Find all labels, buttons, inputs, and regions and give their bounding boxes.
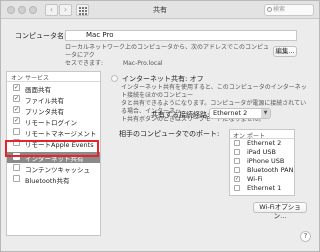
share-from-select[interactable]: Ethernet 2 ▼ [209, 108, 271, 119]
highlight-box [5, 140, 99, 157]
note-line-1: ローカルネットワーク上のコンピュータから、次のアドレスでこのコンピュータにアク [65, 44, 270, 59]
service-item-file-sharing[interactable]: ✓ ファイル共有 [7, 94, 100, 105]
local-address: Mac-Pro.local [122, 60, 163, 67]
checkbox-icon[interactable]: ✓ [13, 95, 20, 102]
checkbox-icon[interactable] [234, 140, 240, 146]
title-bar: ‹ › 共有 検索 [1, 1, 319, 19]
port-item-wifi[interactable]: ✓ Wi-Fi [230, 175, 294, 184]
wifi-options-button[interactable]: Wi-Fiオプション... [253, 202, 307, 220]
checkbox-icon[interactable]: ✓ [13, 84, 20, 91]
checkbox-icon[interactable] [13, 128, 20, 135]
port-item-bluetooth-pan[interactable]: Bluetooth PAN [230, 166, 294, 175]
help-button[interactable]: ? [300, 231, 311, 242]
checkbox-icon[interactable] [13, 164, 20, 171]
checkbox-icon[interactable] [234, 185, 240, 191]
service-list-header: オン サービス [7, 72, 100, 82]
share-from-label: 共有する接続経路: [151, 111, 210, 119]
ports-list-header: オン ポート [230, 130, 294, 140]
computer-name-field[interactable]: Mac Pro [65, 30, 297, 41]
ports-label: 相手のコンピュータでのポート: [119, 130, 220, 138]
search-placeholder: 検索 [273, 6, 286, 13]
checkbox-icon[interactable] [234, 149, 240, 155]
checkbox-icon[interactable]: ✓ [234, 176, 240, 182]
search-field[interactable]: 検索 [264, 4, 314, 16]
checkbox-icon[interactable] [13, 175, 20, 182]
header-service: サービス [25, 75, 50, 82]
port-item-ipad-usb[interactable]: iPad USB [230, 148, 294, 157]
checkbox-icon[interactable]: ✓ [13, 117, 20, 124]
service-item-bluetooth-sharing[interactable]: Bluetooth共有 [7, 174, 100, 185]
header-on: オン [11, 75, 24, 82]
port-item-iphone-usb[interactable]: iPhone USB [230, 157, 294, 166]
computer-name-value: Mac Pro [86, 31, 114, 39]
service-item-remote-management[interactable]: リモートマネージメント [7, 127, 100, 138]
note-line-2: セスできます: Mac-Pro.local [65, 60, 163, 67]
status-indicator-icon [111, 75, 118, 82]
service-item-content-caching[interactable]: コンテンツキャッシュ [7, 163, 100, 174]
chevron-down-icon: ▼ [261, 109, 270, 118]
service-item-printer-sharing[interactable]: ✓ プリンタ共有 [7, 105, 100, 116]
sharing-window: ‹ › 共有 検索 コンピュータ名: Mac Pro ローカルネットワーク上のコ… [0, 0, 320, 252]
port-item-ethernet-2[interactable]: Ethernet 2 [230, 139, 294, 148]
service-item-screen-sharing[interactable]: ✓ 画面共有 [7, 83, 100, 94]
port-item-ethernet-1[interactable]: Ethernet 1 [230, 184, 294, 193]
edit-button[interactable]: 編集... [273, 46, 297, 57]
computer-name-note: ローカルネットワーク上のコンピュータから、次のアドレスでこのコンピュータにアク … [65, 44, 270, 68]
checkbox-icon[interactable]: ✓ [13, 106, 20, 113]
search-icon [267, 7, 272, 12]
ports-list: オン ポート Ethernet 2 iPad USB iPhone USB Bl… [229, 129, 295, 196]
checkbox-icon[interactable] [234, 158, 240, 164]
share-from-value: Ethernet 2 [213, 109, 248, 117]
computer-name-label: コンピュータ名: [15, 32, 67, 40]
sharing-status: インターネット共有: オフ [122, 75, 204, 83]
service-item-remote-login[interactable]: ✓ リモートログイン [7, 116, 100, 127]
checkbox-icon[interactable] [234, 167, 240, 173]
